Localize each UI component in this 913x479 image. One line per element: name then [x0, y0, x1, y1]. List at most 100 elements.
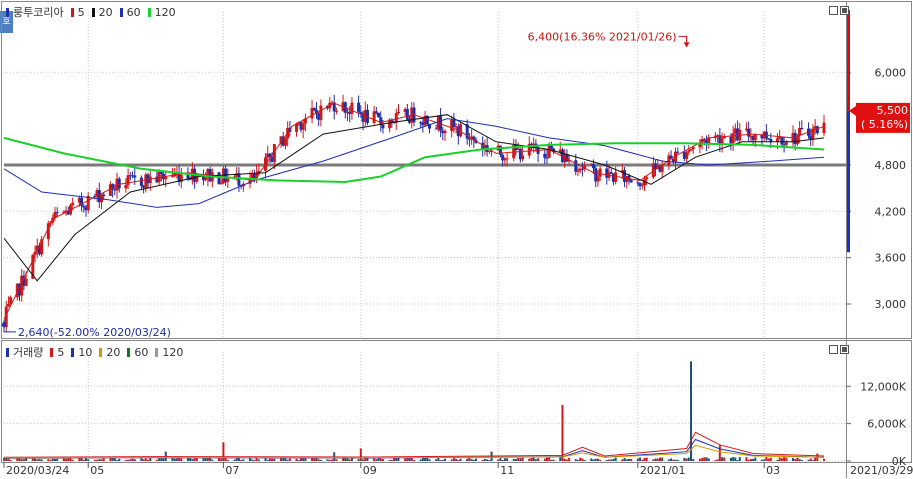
- candle-body: [350, 102, 354, 114]
- volume-bar: [630, 458, 633, 461]
- candle-body: [592, 164, 596, 169]
- volume-bar: [357, 459, 360, 461]
- volume-bar: [441, 459, 444, 461]
- high-arrow: [683, 42, 690, 48]
- candle-body: [396, 111, 400, 114]
- candle-body: [301, 123, 305, 130]
- candle-body: [117, 178, 121, 189]
- volume-bar: [31, 458, 34, 461]
- volume-bar: [574, 459, 577, 461]
- volume-bar: [754, 457, 757, 461]
- price-tick-label: 6,000: [875, 66, 907, 79]
- volume-bar: [326, 459, 329, 461]
- volume-bar: [49, 459, 52, 461]
- volume-bar: [47, 459, 50, 461]
- volume-bar: [475, 458, 478, 461]
- volume-bar: [158, 458, 161, 461]
- candle-body: [576, 170, 580, 172]
- volume-bar: [202, 458, 205, 461]
- candle-body: [521, 155, 525, 160]
- volume-bar: [590, 458, 593, 461]
- volume-bar: [723, 457, 726, 461]
- candle-body: [204, 177, 208, 181]
- volume-bar: [521, 457, 524, 461]
- candle-body: [687, 150, 691, 153]
- volume-bar: [388, 459, 391, 461]
- date-label: 2021/01: [640, 464, 686, 477]
- minimize-price-panel-button[interactable]: [829, 6, 838, 15]
- low-annotation: 2,640(-52.00% 2020/03/24): [18, 326, 171, 339]
- volume-bar: [346, 458, 349, 461]
- candle-body: [780, 136, 784, 145]
- candle-body: [283, 138, 287, 146]
- volume-bar: [466, 458, 469, 461]
- volume-bar: [532, 457, 535, 461]
- price-legend: 룽투코리아 5 20 60 120: [6, 4, 176, 20]
- minimize-volume-panel-button[interactable]: [829, 345, 838, 354]
- volume-bar: [127, 459, 130, 461]
- volume-bar: [428, 459, 431, 461]
- volume-bar: [583, 460, 586, 462]
- volume-bar: [118, 458, 121, 461]
- volume-bar: [373, 458, 376, 461]
- volume-bar: [180, 458, 183, 461]
- volume-bar: [765, 457, 768, 461]
- volume-bar: [133, 459, 136, 461]
- volume-bar: [319, 459, 322, 461]
- volume-bar: [53, 458, 56, 461]
- volume-bar: [543, 458, 546, 461]
- volume-bar: [98, 459, 101, 461]
- volume-bar: [656, 458, 659, 461]
- legend-vma5: 5: [57, 345, 65, 359]
- volume-bar: [608, 459, 611, 461]
- legend-vma120: 120: [162, 345, 184, 359]
- candle-body: [405, 108, 409, 120]
- volume-bar: [736, 460, 739, 462]
- volume-bar: [38, 459, 41, 461]
- candle-body: [186, 174, 190, 179]
- candle-body: [377, 112, 381, 118]
- volume-bar: [512, 458, 515, 461]
- volume-bar: [643, 458, 646, 461]
- volume-bar: [612, 458, 615, 461]
- legend-ma20: 20: [98, 5, 113, 19]
- volume-ma10-line: [3, 438, 825, 459]
- volume-bar: [780, 458, 783, 461]
- volume-ma20-line: [3, 444, 825, 459]
- volume-bar: [191, 459, 194, 461]
- candle-body: [319, 105, 323, 120]
- maximize-volume-panel-button[interactable]: [840, 345, 849, 354]
- volume-bar: [506, 458, 509, 461]
- volume-bar: [160, 457, 163, 461]
- maximize-price-panel-button[interactable]: [840, 6, 849, 15]
- volume-bar: [545, 457, 548, 461]
- candle-body: [334, 110, 338, 112]
- volume-bar: [645, 457, 648, 461]
- volume-bar: [437, 458, 440, 461]
- candle-body: [164, 176, 168, 180]
- candle-body: [536, 148, 540, 154]
- volume-bar: [34, 458, 37, 461]
- volume-bar: [65, 458, 68, 461]
- volume-bar: [721, 457, 724, 461]
- volume-bar: [763, 459, 766, 461]
- volume-bar: [144, 458, 147, 461]
- volume-bar: [273, 458, 276, 461]
- volume-bars: [3, 361, 825, 462]
- candle-body: [731, 133, 735, 144]
- volume-bar: [599, 459, 602, 461]
- legend-marker: [6, 7, 9, 17]
- legend-ma120: 120: [154, 5, 176, 19]
- volume-bar: [747, 459, 750, 461]
- volume-bar: [807, 459, 810, 461]
- volume-bar: [116, 460, 119, 462]
- volume-bar: [561, 404, 564, 461]
- volume-bar: [93, 459, 96, 461]
- volume-bar: [503, 458, 506, 461]
- candle-body: [598, 168, 602, 177]
- candle-body: [359, 111, 363, 114]
- volume-bar: [794, 459, 797, 461]
- volume-bar: [486, 459, 489, 461]
- candle-body: [55, 212, 59, 214]
- volume-bar: [707, 458, 710, 461]
